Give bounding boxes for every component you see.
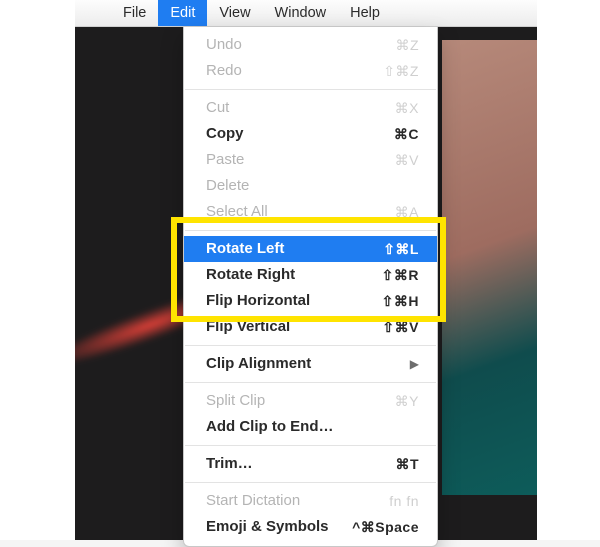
menu-label: Rotate Right	[206, 265, 382, 285]
menu-item-rotate-right[interactable]: Rotate Right ⇧⌘R	[184, 262, 437, 288]
menu-shortcut: ⌘T	[395, 454, 419, 474]
menubar-item-view[interactable]: View	[207, 0, 262, 26]
menu-shortcut: ⇧⌘H	[382, 291, 419, 311]
menubar-label: File	[123, 5, 146, 21]
menu-shortcut: ^⌘Space	[352, 517, 419, 537]
menu-shortcut: ⌘X	[395, 98, 419, 118]
menu-item-paste[interactable]: Paste ⌘V	[184, 147, 437, 173]
menu-item-delete[interactable]: Delete	[184, 173, 437, 199]
menu-shortcut: ⇧⌘Z	[383, 61, 419, 81]
menu-label: Add Clip to End…	[206, 417, 419, 437]
menu-shortcut: ⌘Z	[395, 35, 419, 55]
menu-item-trim[interactable]: Trim… ⌘T	[184, 451, 437, 477]
screenshot-stage: File Edit View Window Help Undo ⌘Z Redo …	[0, 0, 600, 540]
menu-separator	[185, 445, 436, 446]
menu-item-redo[interactable]: Redo ⇧⌘Z	[184, 58, 437, 84]
menu-label: Delete	[206, 176, 419, 196]
menu-label: Copy	[206, 124, 394, 144]
edit-menu-dropdown: Undo ⌘Z Redo ⇧⌘Z Cut ⌘X Copy ⌘C Paste ⌘V…	[183, 27, 438, 547]
menubar-label: Edit	[170, 5, 195, 21]
menu-label: Paste	[206, 150, 395, 170]
menu-separator	[185, 382, 436, 383]
menu-item-rotate-left[interactable]: Rotate Left ⇧⌘L	[184, 236, 437, 262]
menubar-item-edit[interactable]: Edit	[158, 0, 207, 26]
menu-shortcut: ⌘V	[395, 150, 419, 170]
menu-label: Rotate Left	[206, 239, 383, 259]
menubar-label: Help	[350, 5, 380, 21]
menu-item-clip-alignment[interactable]: Clip Alignment ▶	[184, 351, 437, 377]
menubar-item-window[interactable]: Window	[263, 0, 339, 26]
submenu-chevron-icon: ▶	[410, 354, 419, 374]
menu-label: Split Clip	[206, 391, 395, 411]
menu-shortcut: fn fn	[389, 491, 419, 511]
menubar-label: View	[219, 5, 250, 21]
menu-label: Cut	[206, 98, 395, 118]
menu-item-select-all[interactable]: Select All ⌘A	[184, 199, 437, 225]
menu-label: Redo	[206, 61, 383, 81]
menu-item-undo[interactable]: Undo ⌘Z	[184, 32, 437, 58]
menu-shortcut: ⌘C	[394, 124, 419, 144]
menubar-label: Window	[275, 5, 327, 21]
menu-item-copy[interactable]: Copy ⌘C	[184, 121, 437, 147]
menu-label: Clip Alignment	[206, 354, 402, 374]
menu-shortcut: ⌘A	[395, 202, 419, 222]
menu-label: Select All	[206, 202, 395, 222]
menu-label: Undo	[206, 35, 395, 55]
menu-item-add-clip-to-end[interactable]: Add Clip to End…	[184, 414, 437, 440]
menubar: File Edit View Window Help	[75, 0, 537, 27]
menu-label: Emoji & Symbols	[206, 517, 352, 537]
menu-shortcut: ⇧⌘R	[382, 265, 419, 285]
menu-label: Flip Vertical	[206, 317, 382, 337]
menu-item-flip-vertical[interactable]: Flip Vertical ⇧⌘V	[184, 314, 437, 340]
menu-separator	[185, 89, 436, 90]
menu-shortcut: ⇧⌘V	[382, 317, 419, 337]
menu-item-split-clip[interactable]: Split Clip ⌘Y	[184, 388, 437, 414]
menu-item-emoji-symbols[interactable]: Emoji & Symbols ^⌘Space	[184, 514, 437, 540]
menu-separator	[185, 345, 436, 346]
menu-item-start-dictation[interactable]: Start Dictation fn fn	[184, 488, 437, 514]
menu-separator	[185, 482, 436, 483]
apple-menu[interactable]	[75, 0, 111, 26]
menu-shortcut: ⌘Y	[395, 391, 419, 411]
video-frame-slice	[442, 40, 537, 495]
menu-item-cut[interactable]: Cut ⌘X	[184, 95, 437, 121]
menu-label: Flip Horizontal	[206, 291, 382, 311]
menubar-item-help[interactable]: Help	[338, 0, 392, 26]
menu-shortcut: ⇧⌘L	[383, 239, 419, 259]
menu-separator	[185, 230, 436, 231]
menubar-item-file[interactable]: File	[111, 0, 158, 26]
menu-label: Start Dictation	[206, 491, 389, 511]
menu-item-flip-horizontal[interactable]: Flip Horizontal ⇧⌘H	[184, 288, 437, 314]
menu-label: Trim…	[206, 454, 395, 474]
